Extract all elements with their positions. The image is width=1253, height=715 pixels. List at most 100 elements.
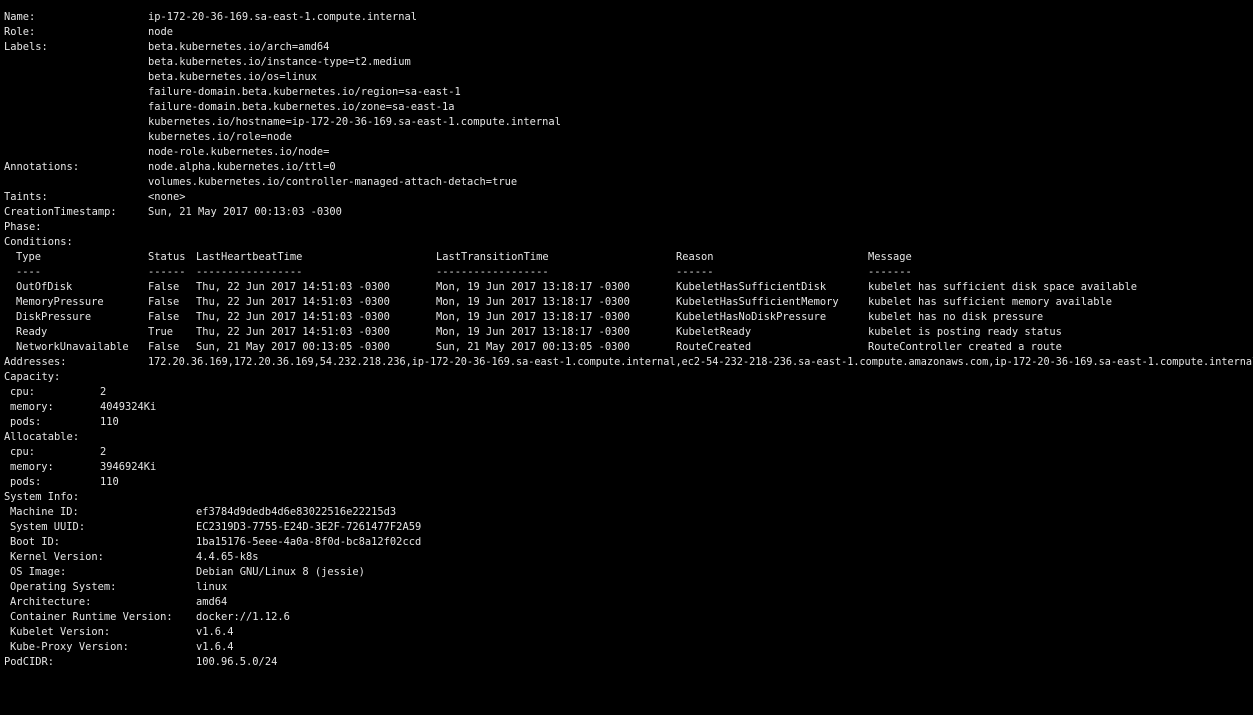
output-line: Capacity:	[0, 370, 1253, 385]
field-label: Phase:	[4, 221, 42, 233]
column-header: LastHeartbeatTime	[196, 251, 303, 263]
system-info-key: Kube-Proxy Version:	[10, 641, 129, 653]
system-info-value: v1.6.4	[196, 626, 234, 638]
output-line: Addresses: 172.20.36.169,172.20.36.169,5…	[0, 355, 1253, 370]
node-name-value: ip-172-20-36-169.sa-east-1.compute.inter…	[148, 11, 417, 23]
output-line: Operating System: linux	[0, 580, 1253, 595]
system-info-value: Debian GNU/Linux 8 (jessie)	[196, 566, 365, 578]
capacity-value: 2	[100, 386, 107, 398]
condition-row: MemoryPressure False Thu, 22 Jun 2017 14…	[0, 295, 1253, 310]
output-line: beta.kubernetes.io/instance-type=t2.medi…	[0, 55, 1253, 70]
label-entry: kubernetes.io/role=node	[148, 131, 292, 143]
condition-transition: Mon, 19 Jun 2017 13:18:17 -0300	[436, 281, 630, 293]
system-info-value: EC2319D3-7755-E24D-3E2F-7261477F2A59	[196, 521, 422, 533]
output-line: cpu: 2	[0, 385, 1253, 400]
column-header: Reason	[676, 251, 714, 263]
condition-type: DiskPressure	[16, 311, 92, 323]
output-line: kubernetes.io/hostname=ip-172-20-36-169.…	[0, 115, 1253, 130]
condition-message: kubelet has sufficient memory available	[868, 296, 1112, 308]
output-line: pods: 110	[0, 415, 1253, 430]
creation-timestamp-value: Sun, 21 May 2017 00:13:03 -0300	[148, 206, 342, 218]
role-value: node	[148, 26, 174, 38]
output-line: Allocatable:	[0, 430, 1253, 445]
output-line: System Info:	[0, 490, 1253, 505]
label-entry: kubernetes.io/hostname=ip-172-20-36-169.…	[148, 116, 561, 128]
output-line: CreationTimestamp: Sun, 21 May 2017 00:1…	[0, 205, 1253, 220]
output-line: Kernel Version: 4.4.65-k8s	[0, 550, 1253, 565]
column-header: Status	[148, 251, 186, 263]
output-line: failure-domain.beta.kubernetes.io/zone=s…	[0, 100, 1253, 115]
condition-status: False	[148, 281, 180, 293]
condition-row: Ready True Thu, 22 Jun 2017 14:51:03 -03…	[0, 325, 1253, 340]
column-header: Type	[16, 251, 42, 263]
field-label: System Info:	[4, 491, 80, 503]
output-line: Conditions:	[0, 235, 1253, 250]
output-line: memory: 3946924Ki	[0, 460, 1253, 475]
condition-status: False	[148, 341, 180, 353]
column-underline: ------------------	[436, 266, 549, 278]
output-line: System UUID: EC2319D3-7755-E24D-3E2F-726…	[0, 520, 1253, 535]
annotation-entry: node.alpha.kubernetes.io/ttl=0	[148, 161, 336, 173]
field-label: PodCIDR:	[4, 656, 55, 668]
condition-transition: Mon, 19 Jun 2017 13:18:17 -0300	[436, 311, 630, 323]
output-line: PodCIDR: 100.96.5.0/24	[0, 655, 1253, 670]
output-line: Taints: <none>	[0, 190, 1253, 205]
output-line: memory: 4049324Ki	[0, 400, 1253, 415]
system-info-key: Architecture:	[10, 596, 92, 608]
system-info-key: Kernel Version:	[10, 551, 104, 563]
output-line: Boot ID: 1ba15176-5eee-4a0a-8f0d-bc8a12f…	[0, 535, 1253, 550]
system-info-key: System UUID:	[10, 521, 86, 533]
allocatable-key: cpu:	[10, 446, 36, 458]
condition-heartbeat: Thu, 22 Jun 2017 14:51:03 -0300	[196, 296, 390, 308]
terminal-output: Name: ip-172-20-36-169.sa-east-1.compute…	[0, 0, 1253, 672]
field-label: CreationTimestamp:	[4, 206, 117, 218]
output-line: node-role.kubernetes.io/node=	[0, 145, 1253, 160]
field-label: Annotations:	[4, 161, 80, 173]
condition-type: NetworkUnavailable	[16, 341, 129, 353]
output-line: pods: 110	[0, 475, 1253, 490]
output-line: OS Image: Debian GNU/Linux 8 (jessie)	[0, 565, 1253, 580]
annotation-entry: volumes.kubernetes.io/controller-managed…	[148, 176, 518, 188]
condition-transition: Mon, 19 Jun 2017 13:18:17 -0300	[436, 326, 630, 338]
condition-reason: KubeletHasNoDiskPressure	[676, 311, 827, 323]
condition-message: RouteController created a route	[868, 341, 1062, 353]
column-underline: -------	[868, 266, 912, 278]
output-line: Phase:	[0, 220, 1253, 235]
condition-reason: RouteCreated	[676, 341, 752, 353]
condition-heartbeat: Thu, 22 Jun 2017 14:51:03 -0300	[196, 281, 390, 293]
output-line: kubernetes.io/role=node	[0, 130, 1253, 145]
label-entry: failure-domain.beta.kubernetes.io/zone=s…	[148, 101, 455, 113]
output-line: cpu: 2	[0, 445, 1253, 460]
capacity-key: pods:	[10, 416, 42, 428]
condition-heartbeat: Sun, 21 May 2017 00:13:05 -0300	[196, 341, 390, 353]
condition-row: OutOfDisk False Thu, 22 Jun 2017 14:51:0…	[0, 280, 1253, 295]
label-entry: beta.kubernetes.io/os=linux	[148, 71, 317, 83]
podcidr-value: 100.96.5.0/24	[196, 656, 278, 668]
column-header: LastTransitionTime	[436, 251, 549, 263]
field-label: Conditions:	[4, 236, 73, 248]
system-info-key: Kubelet Version:	[10, 626, 111, 638]
capacity-key: cpu:	[10, 386, 36, 398]
condition-status: False	[148, 296, 180, 308]
condition-message: kubelet has sufficient disk space availa…	[868, 281, 1137, 293]
condition-heartbeat: Thu, 22 Jun 2017 14:51:03 -0300	[196, 311, 390, 323]
system-info-value: 4.4.65-k8s	[196, 551, 259, 563]
condition-status: True	[148, 326, 174, 338]
field-label: Role:	[4, 26, 36, 38]
output-line: Labels: beta.kubernetes.io/arch=amd64	[0, 40, 1253, 55]
addresses-value: 172.20.36.169,172.20.36.169,54.232.218.2…	[148, 357, 1253, 368]
condition-type: Ready	[16, 326, 48, 338]
condition-type: OutOfDisk	[16, 281, 73, 293]
output-line: Container Runtime Version: docker://1.12…	[0, 610, 1253, 625]
conditions-underline-row: ---- ------ ----------------- ----------…	[0, 265, 1253, 280]
label-entry: beta.kubernetes.io/instance-type=t2.medi…	[148, 56, 411, 68]
system-info-key: Container Runtime Version:	[10, 611, 173, 623]
output-line: Architecture: amd64	[0, 595, 1253, 610]
output-line: Annotations: node.alpha.kubernetes.io/tt…	[0, 160, 1253, 175]
column-underline: ------	[676, 266, 714, 278]
field-label: Capacity:	[4, 371, 61, 383]
condition-row: DiskPressure False Thu, 22 Jun 2017 14:5…	[0, 310, 1253, 325]
allocatable-value: 2	[100, 446, 107, 458]
field-label: Addresses:	[4, 356, 67, 368]
conditions-header-row: Type Status LastHeartbeatTime LastTransi…	[0, 250, 1253, 265]
